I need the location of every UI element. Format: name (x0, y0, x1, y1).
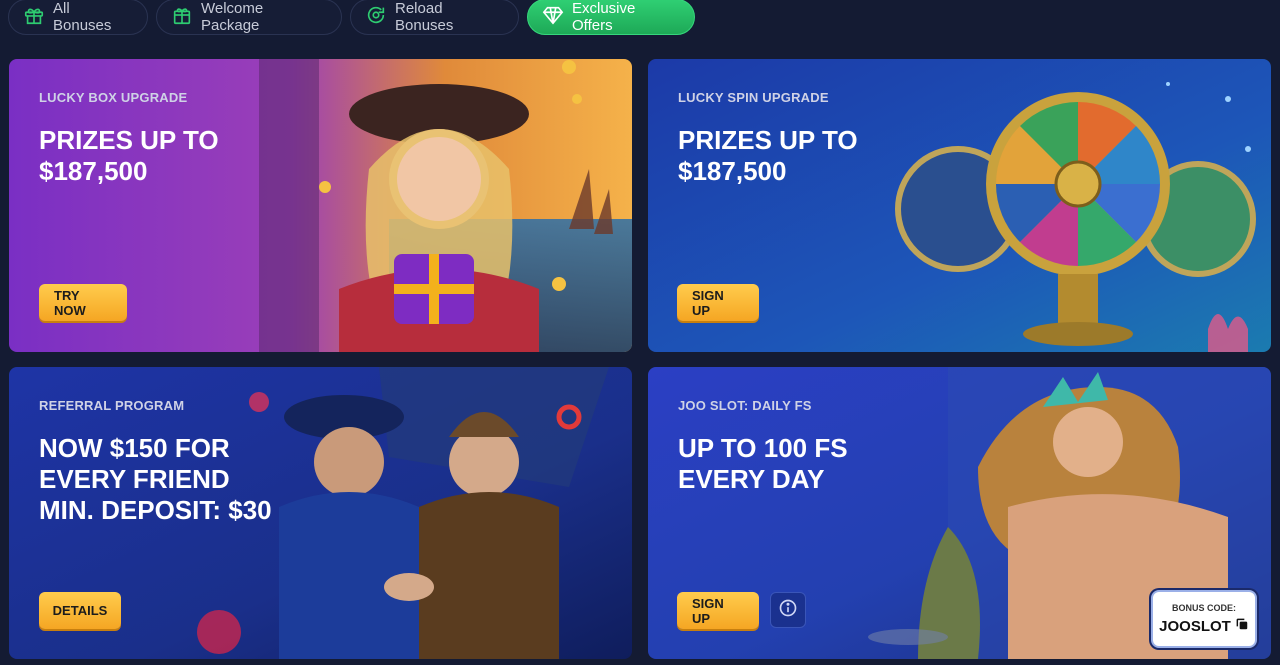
tab-exclusive-offers[interactable]: Exclusive Offers (527, 0, 695, 35)
tab-label: Welcome Package (201, 0, 264, 34)
promo-eyebrow: REFERRAL PROGRAM (39, 398, 185, 413)
reload-icon (365, 4, 387, 30)
promo-eyebrow: JOO SLOT: DAILY FS (678, 398, 812, 413)
promo-eyebrow: LUCKY SPIN UPGRADE (678, 90, 829, 105)
bonus-code-box[interactable]: BONUS CODE: JOOSLOT (1151, 590, 1257, 648)
try-now-button[interactable]: TRY NOW (39, 284, 127, 321)
sign-up-button[interactable]: SIGN UP (677, 592, 759, 629)
tab-reload-bonuses[interactable]: Reload Bonuses (350, 0, 519, 35)
gift-box-icon (171, 4, 193, 30)
copy-icon[interactable] (1235, 617, 1249, 635)
info-icon (778, 598, 798, 623)
promo-headline: UP TO 100 FS EVERY DAY (678, 433, 848, 494)
promo-eyebrow: LUCKY BOX UPGRADE (39, 90, 188, 105)
diamond-icon (542, 4, 564, 30)
tab-label: Reload Bonuses (395, 0, 454, 34)
bonus-code-value: JOOSLOT (1159, 617, 1231, 635)
promo-headline: PRIZES UP TO $187,500 (39, 125, 219, 186)
tab-all-bonuses[interactable]: All Bonuses (8, 0, 148, 35)
sign-up-button[interactable]: SIGN UP (677, 284, 759, 321)
gift-icon (23, 4, 45, 30)
details-button[interactable]: DETAILS (39, 592, 121, 629)
bonus-code-label: BONUS CODE: (1171, 603, 1236, 613)
tab-label: Exclusive Offers (572, 0, 636, 34)
tab-welcome-package[interactable]: Welcome Package (156, 0, 342, 35)
promo-card-lucky-spin: LUCKY SPIN UPGRADE PRIZES UP TO $187,500… (648, 59, 1271, 352)
promo-headline: NOW $150 FOR EVERY FRIEND MIN. DEPOSIT: … (39, 433, 272, 525)
info-button[interactable] (770, 592, 806, 628)
bonus-filter-tabs: All Bonuses Welcome Package Reload Bonus… (0, 0, 1280, 40)
promo-card-joo-slot: JOO SLOT: DAILY FS UP TO 100 FS EVERY DA… (648, 367, 1271, 659)
promo-headline: PRIZES UP TO $187,500 (678, 125, 858, 186)
promo-card-referral: REFERRAL PROGRAM NOW $150 FOR EVERY FRIE… (9, 367, 632, 659)
tab-label: All Bonuses (53, 0, 112, 34)
promo-card-lucky-box: LUCKY BOX UPGRADE PRIZES UP TO $187,500 … (9, 59, 632, 352)
